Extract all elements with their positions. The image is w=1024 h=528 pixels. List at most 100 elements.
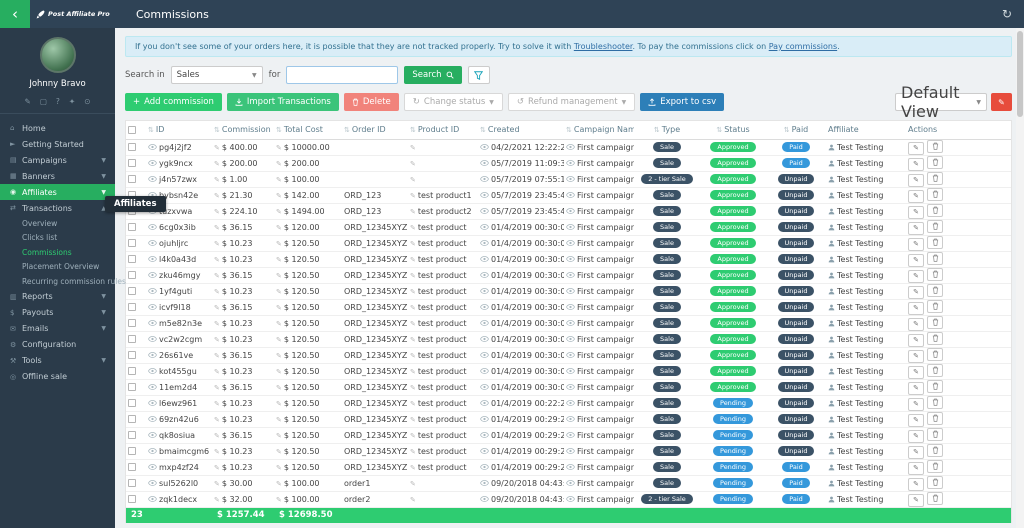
view-icon[interactable]: [480, 176, 489, 182]
edit-row-button[interactable]: ✎: [908, 318, 924, 331]
vertical-scrollbar[interactable]: [1016, 28, 1024, 528]
search-button[interactable]: Search: [404, 66, 461, 84]
view-icon[interactable]: [480, 288, 489, 294]
edit-product-id-icon[interactable]: ✎: [410, 352, 416, 360]
edit-row-button[interactable]: ✎: [908, 430, 924, 443]
edit-row-button[interactable]: ✎: [908, 350, 924, 363]
column-header-commission[interactable]: ⇅Commission: [212, 121, 274, 139]
commission-row[interactable]: 6cg0x3ib ✎$ 36.15 ✎$ 120.00 ORD_12345XYZ…: [126, 219, 1011, 235]
sort-icon[interactable]: ⇅: [276, 126, 282, 134]
edit-product-id-icon[interactable]: ✎: [410, 448, 416, 456]
view-icon[interactable]: [566, 192, 575, 198]
sidebar-item-configuration[interactable]: ⚙ Configuration: [0, 337, 115, 353]
edit-product-id-icon[interactable]: ✎: [410, 240, 416, 248]
view-icon[interactable]: [148, 416, 157, 422]
edit-product-id-icon[interactable]: ✎: [410, 224, 416, 232]
view-icon[interactable]: [480, 368, 489, 374]
sort-icon[interactable]: ⇅: [784, 126, 790, 134]
view-icon[interactable]: [148, 368, 157, 374]
delete-row-button[interactable]: [927, 476, 943, 489]
view-icon[interactable]: [148, 304, 157, 310]
edit-commission-icon[interactable]: ✎: [214, 464, 220, 472]
edit-row-button[interactable]: ✎: [908, 366, 924, 379]
column-header-campaign-name[interactable]: ⇅Campaign Name: [564, 121, 634, 139]
search-scope-select[interactable]: Sales ▼: [171, 66, 263, 84]
view-icon[interactable]: [148, 336, 157, 342]
sidebar-item-emails[interactable]: ✉ Emails ▼: [0, 321, 115, 337]
edit-product-id-icon[interactable]: ✎: [410, 256, 416, 264]
commission-row[interactable]: zqk1decx ✎$ 32.00 ✎$ 100.00 order2 ✎ 09/…: [126, 491, 1011, 507]
column-header-status[interactable]: ⇅Status: [700, 121, 766, 139]
view-icon[interactable]: [148, 176, 157, 182]
edit-commission-icon[interactable]: ✎: [214, 272, 220, 280]
delete-row-button[interactable]: [927, 268, 943, 281]
delete-row-button[interactable]: [927, 284, 943, 297]
view-icon[interactable]: [148, 144, 157, 150]
edit-commission-icon[interactable]: ✎: [214, 144, 220, 152]
edit-total-cost-icon[interactable]: ✎: [276, 160, 282, 168]
sidebar-item-affiliates[interactable]: ◉ Affiliates ▼: [0, 184, 115, 200]
edit-product-id-icon[interactable]: ✎: [410, 192, 416, 200]
view-icon[interactable]: [480, 464, 489, 470]
view-icon[interactable]: [480, 256, 489, 262]
sort-icon[interactable]: ⇅: [480, 126, 486, 134]
view-icon[interactable]: [480, 400, 489, 406]
edit-row-button[interactable]: ✎: [908, 286, 924, 299]
column-header-total-cost[interactable]: ⇅Total Cost: [274, 121, 342, 139]
view-icon[interactable]: [148, 240, 157, 246]
scrollbar-thumb[interactable]: [1017, 31, 1023, 117]
edit-product-id-icon[interactable]: ✎: [410, 368, 416, 376]
view-icon[interactable]: [148, 320, 157, 326]
refresh-icon[interactable]: ↻: [1002, 7, 1024, 21]
commission-row[interactable]: kot455gu ✎$ 10.23 ✎$ 120.50 ORD_12345XYZ…: [126, 363, 1011, 379]
edit-commission-icon[interactable]: ✎: [214, 240, 220, 248]
power-icon[interactable]: ⊙: [84, 97, 90, 106]
view-icon[interactable]: [148, 448, 157, 454]
sort-icon[interactable]: ⇅: [654, 126, 660, 134]
edit-total-cost-icon[interactable]: ✎: [276, 224, 282, 232]
edit-total-cost-icon[interactable]: ✎: [276, 304, 282, 312]
view-icon[interactable]: [148, 272, 157, 278]
pay-commissions-link[interactable]: Pay commissions: [769, 42, 837, 51]
view-icon[interactable]: [566, 320, 575, 326]
row-checkbox[interactable]: [128, 415, 136, 423]
edit-row-button[interactable]: ✎: [908, 174, 924, 187]
view-icon[interactable]: [566, 464, 575, 470]
commission-row[interactable]: 69zn42u6 ✎$ 10.23 ✎$ 120.50 ORD_12345XYZ…: [126, 411, 1011, 427]
default-view-select[interactable]: Default View ▼: [895, 93, 987, 111]
view-icon[interactable]: [566, 176, 575, 182]
edit-product-id-icon[interactable]: ✎: [410, 464, 416, 472]
sidebar-item-transactions[interactable]: ⇄ Transactions ▲: [0, 200, 115, 216]
delete-row-button[interactable]: [927, 172, 943, 185]
delete-row-button[interactable]: [927, 348, 943, 361]
view-icon[interactable]: [566, 208, 575, 214]
view-icon[interactable]: [566, 480, 575, 486]
view-icon[interactable]: [480, 144, 489, 150]
delete-row-button[interactable]: [927, 332, 943, 345]
row-checkbox[interactable]: [128, 367, 136, 375]
view-icon[interactable]: [480, 304, 489, 310]
column-header-order-id[interactable]: ⇅Order ID: [342, 121, 408, 139]
commission-row[interactable]: ygk9ncx ✎$ 200.00 ✎$ 200.00 ✎ 05/7/2019 …: [126, 155, 1011, 171]
commission-row[interactable]: icvf9l18 ✎$ 36.15 ✎$ 120.50 ORD_12345XYZ…: [126, 299, 1011, 315]
commission-row[interactable]: bmaimcgm6 ✎$ 10.23 ✎$ 120.50 ORD_12345XY…: [126, 443, 1011, 459]
select-all-checkbox[interactable]: [128, 126, 136, 134]
row-checkbox[interactable]: [128, 287, 136, 295]
view-icon[interactable]: [480, 384, 489, 390]
delete-row-button[interactable]: [927, 300, 943, 313]
edit-row-button[interactable]: ✎: [908, 254, 924, 267]
edit-row-button[interactable]: ✎: [908, 334, 924, 347]
edit-total-cost-icon[interactable]: ✎: [276, 400, 282, 408]
edit-row-button[interactable]: ✎: [908, 382, 924, 395]
delete-row-button[interactable]: [927, 236, 943, 249]
view-icon[interactable]: [480, 240, 489, 246]
commission-row[interactable]: tuzxvwa ✎$ 224.10 ✎$ 1494.00 ORD_123 ✎te…: [126, 203, 1011, 219]
edit-row-button[interactable]: ✎: [908, 446, 924, 459]
edit-row-button[interactable]: ✎: [908, 478, 924, 491]
edit-product-id-icon[interactable]: ✎: [410, 320, 416, 328]
user-profile[interactable]: Johnny Bravo: [0, 28, 115, 89]
delete-button[interactable]: Delete: [344, 93, 399, 111]
edit-total-cost-icon[interactable]: ✎: [276, 448, 282, 456]
commission-row[interactable]: mxp4zf24 ✎$ 10.23 ✎$ 120.50 ORD_12345XYZ…: [126, 459, 1011, 475]
edit-row-button[interactable]: ✎: [908, 190, 924, 203]
